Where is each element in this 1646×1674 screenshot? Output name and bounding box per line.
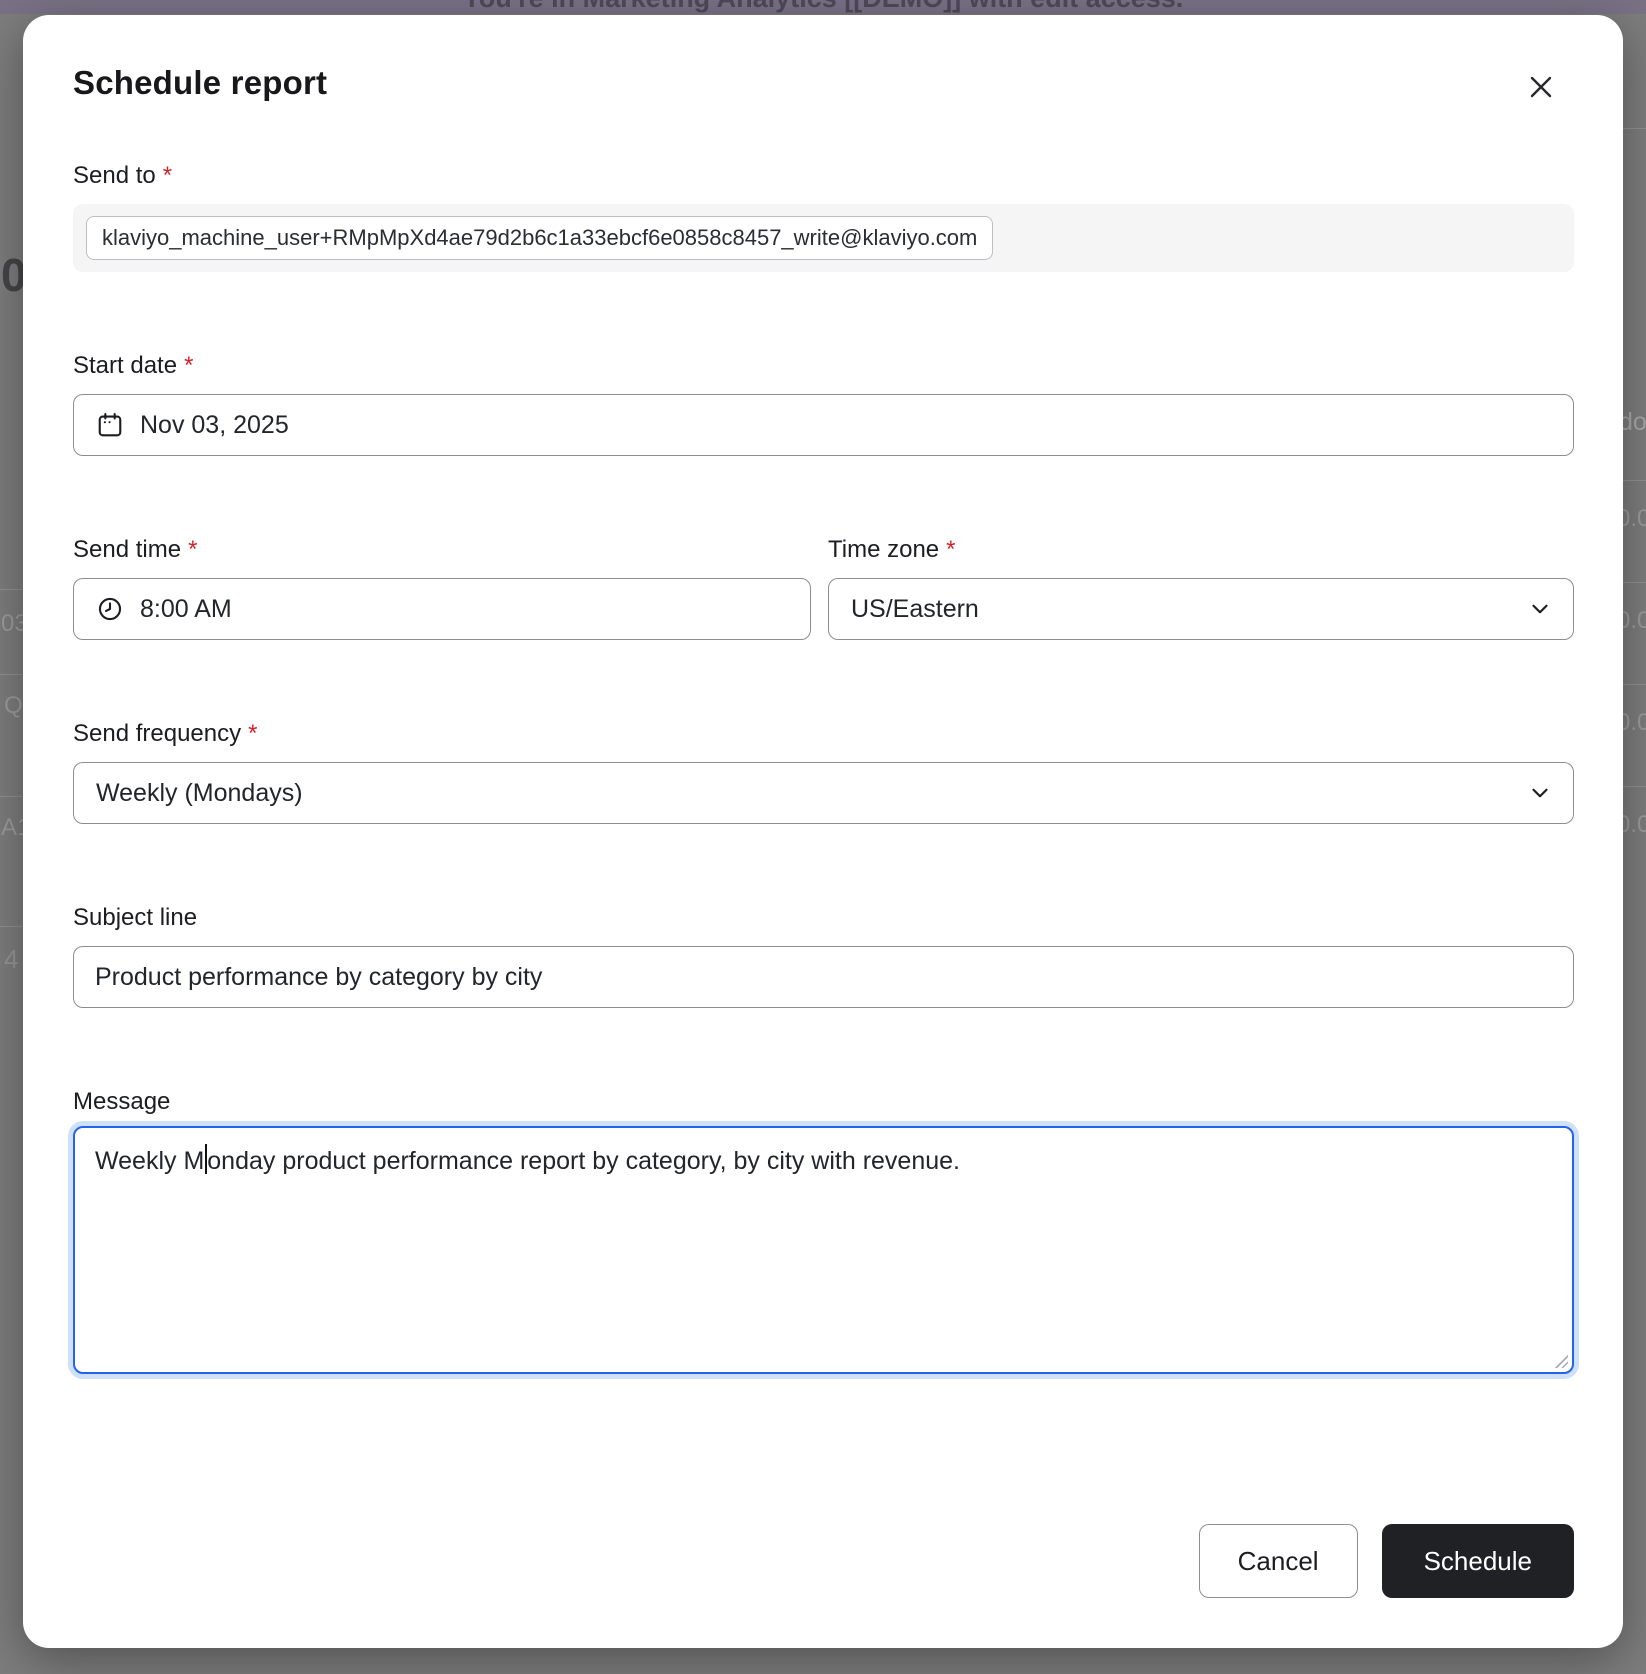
send-to-field[interactable]: klaviyo_machine_user+RMpMpXd4ae79d2b6c1a… <box>73 204 1574 272</box>
time-zone-value: US/Eastern <box>851 595 979 624</box>
schedule-button[interactable]: Schedule <box>1382 1524 1574 1598</box>
background-text-fragment: Q <box>4 692 23 720</box>
row-divider <box>1623 128 1646 129</box>
chevron-down-icon <box>1527 596 1553 622</box>
send-frequency-select[interactable]: Weekly (Mondays) <box>73 762 1574 824</box>
send-time-label: Send time* <box>73 534 811 566</box>
schedule-report-dialog: Schedule report Send to* klaviyo_machine… <box>23 15 1623 1648</box>
calendar-icon <box>96 411 124 439</box>
background-text-fragment: 0.0 <box>1623 607 1646 635</box>
send-time-value: 8:00 AM <box>140 595 232 624</box>
row-divider <box>0 796 23 797</box>
row-divider <box>1623 480 1646 481</box>
required-marker: * <box>163 162 172 189</box>
send-to-group: Send to* klaviyo_machine_user+RMpMpXd4ae… <box>73 160 1574 272</box>
row-divider <box>1623 582 1646 583</box>
subject-line-group: Subject line <box>73 902 1574 1008</box>
message-group: Message Weekly Monday product performanc… <box>73 1086 1574 1374</box>
message-text-before-caret: Weekly M <box>95 1147 204 1175</box>
send-to-label: Send to* <box>73 160 1574 192</box>
message-label: Message <box>73 1086 1574 1118</box>
banner-text: You're in Marketing Analytics [[DEMO]] w… <box>0 0 1646 14</box>
background-text-fragment: 0.0 <box>1623 709 1646 737</box>
send-frequency-label: Send frequency* <box>73 718 1574 750</box>
time-zone-label: Time zone* <box>828 534 1574 566</box>
message-text-after-caret: onday product performance report by cate… <box>207 1147 960 1175</box>
send-frequency-value: Weekly (Mondays) <box>96 779 303 808</box>
row-divider <box>0 674 23 675</box>
resize-handle[interactable] <box>1553 1353 1568 1368</box>
required-marker: * <box>248 720 257 747</box>
background-text-fragment: 0.0 <box>1623 505 1646 533</box>
close-button[interactable] <box>1521 67 1561 107</box>
close-icon <box>1525 71 1557 103</box>
background-text-fragment: 0.0 <box>1623 811 1646 839</box>
row-divider <box>1623 786 1646 787</box>
required-marker: * <box>188 536 197 563</box>
message-textarea[interactable]: Weekly Monday product performance report… <box>73 1126 1574 1374</box>
time-zone-group: Time zone* US/Eastern <box>828 534 1574 640</box>
dialog-actions: Cancel Schedule <box>73 1524 1574 1598</box>
start-date-label: Start date* <box>73 350 1574 382</box>
cancel-button[interactable]: Cancel <box>1199 1524 1358 1598</box>
start-date-group: Start date* Nov 03, 2025 <box>73 350 1574 456</box>
row-divider <box>0 589 23 590</box>
clock-icon <box>96 595 124 623</box>
send-frequency-group: Send frequency* Weekly (Mondays) <box>73 718 1574 824</box>
send-time-input[interactable]: 8:00 AM <box>73 578 811 640</box>
recipient-email-chip[interactable]: klaviyo_machine_user+RMpMpXd4ae79d2b6c1a… <box>86 216 993 260</box>
background-text-fragment: 0C <box>1 248 23 302</box>
required-marker: * <box>946 536 955 563</box>
start-date-input[interactable]: Nov 03, 2025 <box>73 394 1574 456</box>
required-marker: * <box>184 352 193 379</box>
background-text-fragment: do <box>1623 408 1646 437</box>
subject-line-input[interactable] <box>73 946 1574 1008</box>
background-text-fragment: 4 <box>4 944 18 975</box>
send-time-group: Send time* 8:00 AM <box>73 534 811 640</box>
background-right-strip: do 0.0 0.0 0.0 0.0 <box>1623 14 1646 1674</box>
chevron-down-icon <box>1527 780 1553 806</box>
background-text-fragment: A1 <box>1 814 23 842</box>
row-divider <box>0 926 23 927</box>
background-banner: You're in Marketing Analytics [[DEMO]] w… <box>0 0 1646 14</box>
time-row: Send time* 8:00 AM Time zone* US/Eastern <box>73 534 1574 640</box>
start-date-value: Nov 03, 2025 <box>140 411 289 440</box>
dialog-title: Schedule report <box>73 62 1574 104</box>
row-divider <box>1623 684 1646 685</box>
background-left-strip: 0C 03 Q A1 4 <box>0 14 23 1674</box>
subject-line-label: Subject line <box>73 902 1574 934</box>
background-text-fragment: 03 <box>1 610 23 638</box>
time-zone-select[interactable]: US/Eastern <box>828 578 1574 640</box>
